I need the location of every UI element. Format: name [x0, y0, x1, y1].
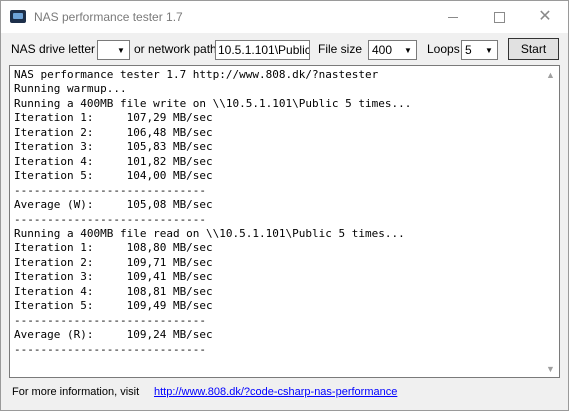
output-line: Running a 400MB file read on \\10.5.1.10…	[14, 226, 405, 240]
scroll-up-icon[interactable]: ▲	[542, 66, 559, 83]
drive-letter-label: NAS drive letter	[11, 42, 96, 56]
close-button[interactable]: ✕	[522, 1, 568, 33]
output-line: Iteration 3: 109,41 MB/sec	[14, 270, 213, 284]
loops-value: 5	[465, 43, 472, 57]
output-line: -----------------------------	[14, 313, 207, 327]
info-link[interactable]: http://www.808.dk/?code-csharp-nas-perfo…	[154, 386, 397, 398]
network-path-label: or network path	[134, 42, 217, 56]
file-size-value: 400	[372, 43, 393, 57]
output-line: Iteration 2: 109,71 MB/sec	[14, 255, 213, 269]
output-line: Iteration 2: 106,48 MB/sec	[14, 125, 213, 139]
output-line: Iteration 3: 105,83 MB/sec	[14, 140, 213, 154]
file-size-label: File size	[318, 42, 363, 56]
output-line: Running a 400MB file write on \\10.5.1.1…	[14, 96, 412, 110]
output-line: -----------------------------	[14, 183, 207, 197]
network-path-input[interactable]: 10.5.1.101\Public	[215, 40, 310, 60]
output-line: Iteration 1: 108,80 MB/sec	[14, 241, 213, 255]
app-icon	[10, 10, 26, 23]
vertical-scrollbar[interactable]: ▲ ▼	[542, 66, 559, 377]
output-line: Iteration 4: 101,82 MB/sec	[14, 154, 213, 168]
output-line: Average (W): 105,08 MB/sec	[14, 198, 213, 212]
toolbar: NAS drive letter ▼ or network path 10.5.…	[1, 33, 568, 65]
network-path-value: 10.5.1.101\Public	[218, 43, 310, 57]
output-line: -----------------------------	[14, 212, 207, 226]
chevron-down-icon: ▼	[404, 45, 412, 55]
minimize-button[interactable]	[430, 1, 476, 33]
output-line: Iteration 4: 108,81 MB/sec	[14, 284, 213, 298]
maximize-icon	[493, 11, 505, 23]
output-line: Iteration 1: 107,29 MB/sec	[14, 111, 213, 125]
drive-letter-dropdown[interactable]: ▼	[97, 40, 130, 60]
output-line: Iteration 5: 109,49 MB/sec	[14, 299, 213, 313]
start-button[interactable]: Start	[508, 38, 559, 60]
app-window: NAS performance tester 1.7 ✕ NAS drive l…	[0, 0, 569, 411]
file-size-dropdown[interactable]: 400 ▼	[368, 40, 417, 60]
output-line: -----------------------------	[14, 342, 207, 356]
output-log[interactable]: NAS performance tester 1.7 http://www.80…	[9, 65, 560, 378]
chevron-down-icon: ▼	[117, 45, 125, 55]
output-line: Average (R): 109,24 MB/sec	[14, 328, 213, 342]
scroll-down-icon[interactable]: ▼	[542, 360, 559, 377]
output-line: Running warmup...	[14, 82, 127, 96]
output-text: NAS performance tester 1.7 http://www.80…	[14, 68, 411, 357]
chevron-down-icon: ▼	[485, 45, 493, 55]
window-title: NAS performance tester 1.7	[34, 10, 183, 24]
loops-dropdown[interactable]: 5 ▼	[461, 40, 498, 60]
output-line: Iteration 5: 104,00 MB/sec	[14, 169, 213, 183]
output-line: NAS performance tester 1.7 http://www.80…	[14, 68, 379, 81]
title-bar[interactable]: NAS performance tester 1.7 ✕	[1, 1, 568, 33]
footer-text: For more information, visit	[12, 386, 140, 398]
loops-label: Loops	[427, 42, 460, 56]
close-icon: ✕	[538, 8, 552, 25]
maximize-button[interactable]	[476, 1, 522, 33]
minimize-icon	[448, 16, 458, 18]
